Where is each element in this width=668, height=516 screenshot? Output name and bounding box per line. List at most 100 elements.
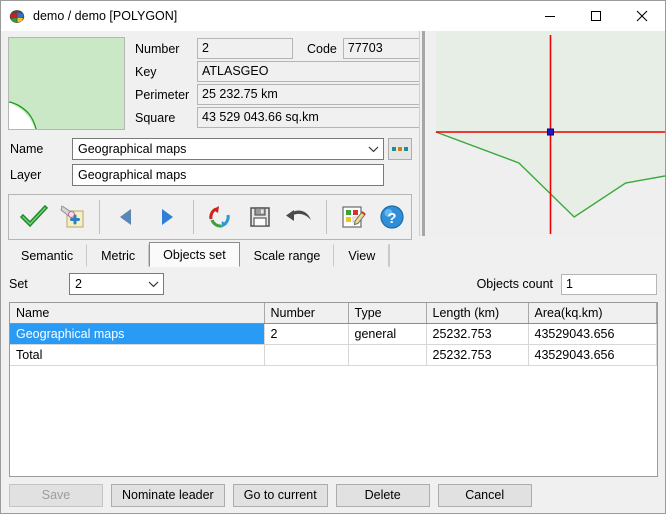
square-label: Square	[133, 111, 197, 125]
field-row-key: Key ATLASGEO	[133, 60, 439, 83]
previous-arrow-icon[interactable]	[108, 197, 145, 237]
perimeter-label: Perimeter	[133, 88, 197, 102]
name-label: Name	[8, 142, 72, 156]
cell-area: 43529043.656	[528, 345, 657, 366]
nominate-leader-button[interactable]: Nominate leader	[111, 484, 225, 507]
column-header-area[interactable]: Area(kq.km)	[528, 303, 657, 324]
code-label: Code	[293, 42, 343, 56]
name-layer-block: Name Geographical maps Layer	[1, 131, 419, 188]
add-object-icon[interactable]	[54, 197, 91, 237]
square-field[interactable]: 43 529 043.66 sq.km	[197, 107, 439, 128]
save-floppy-icon[interactable]	[241, 197, 278, 237]
save-button[interactable]: Save	[9, 484, 103, 507]
column-header-length[interactable]: Length (km)	[426, 303, 528, 324]
refresh-icon[interactable]	[202, 197, 239, 237]
set-label: Set	[9, 277, 69, 291]
cell-name: Geographical maps	[10, 324, 264, 345]
number-label: Number	[133, 42, 197, 56]
attribute-fields: Number 2 Code 77703 Key ATLASGEO Perimet…	[133, 37, 439, 131]
table-row[interactable]: Geographical maps 2 general 25232.753 43…	[10, 324, 657, 345]
layer-value: Geographical maps	[78, 168, 381, 182]
undo-arrow-icon[interactable]	[280, 197, 317, 237]
svg-text:?: ?	[388, 210, 397, 227]
cell-type: general	[348, 324, 426, 345]
chevron-down-icon	[365, 141, 381, 157]
field-row-number: Number 2 Code 77703	[133, 37, 439, 60]
layer-field[interactable]: Geographical maps	[72, 164, 384, 186]
layer-label: Layer	[8, 168, 72, 182]
tab-view[interactable]: View	[334, 244, 389, 267]
cell-number	[264, 345, 348, 366]
toolbar-separator-1	[99, 200, 100, 234]
name-combobox[interactable]: Geographical maps	[72, 138, 384, 160]
tab-objects-set[interactable]: Objects set	[149, 242, 240, 267]
maximize-icon[interactable]	[573, 2, 619, 30]
layer-row: Layer Geographical maps	[8, 162, 412, 188]
info-row: Number 2 Code 77703 Key ATLASGEO Perimet…	[1, 31, 419, 131]
set-value: 2	[75, 277, 145, 291]
name-browse-button[interactable]	[388, 138, 412, 160]
object-editor-window: demo / demo [POLYGON]	[0, 0, 666, 514]
map-app-icon	[9, 8, 25, 24]
key-label: Key	[133, 65, 197, 79]
next-arrow-icon[interactable]	[148, 197, 185, 237]
key-field[interactable]: ATLASGEO	[197, 61, 439, 82]
cell-number: 2	[264, 324, 348, 345]
upper-region: Number 2 Code 77703 Key ATLASGEO Perimet…	[1, 31, 665, 236]
minimize-icon[interactable]	[527, 2, 573, 30]
name-row: Name Geographical maps	[8, 136, 412, 162]
tab-strip: Semantic Metric Objects set Scale range …	[7, 242, 665, 267]
tab-semantic-label: Semantic	[21, 249, 73, 263]
tab-metric-label: Metric	[101, 249, 135, 263]
tab-view-label: View	[348, 249, 375, 263]
delete-button[interactable]: Delete	[336, 484, 430, 507]
tab-scale-range[interactable]: Scale range	[240, 244, 335, 267]
apply-check-icon[interactable]	[15, 197, 52, 237]
map-preview-graphic	[428, 31, 665, 236]
toolbar-separator-2	[193, 200, 194, 234]
tab-metric[interactable]: Metric	[87, 244, 149, 267]
cell-type	[348, 345, 426, 366]
objects-count-field[interactable]: 1	[561, 274, 657, 295]
window-title: demo / demo [POLYGON]	[33, 9, 177, 23]
column-header-number[interactable]: Number	[264, 303, 348, 324]
browse-dot-1	[392, 147, 396, 151]
close-icon[interactable]	[619, 2, 665, 30]
set-combobox[interactable]: 2	[69, 273, 164, 295]
edit-colors-icon[interactable]	[335, 197, 372, 237]
tab-objects-set-label: Objects set	[163, 248, 226, 262]
go-to-current-button[interactable]: Go to current	[233, 484, 328, 507]
objects-table[interactable]: Name Number Type Length (km) Area(kq.km)…	[9, 302, 658, 477]
object-properties-pane: Number 2 Code 77703 Key ATLASGEO Perimet…	[1, 31, 419, 236]
pane-splitter[interactable]	[419, 31, 428, 236]
table-row[interactable]: Total 25232.753 43529043.656	[10, 345, 657, 366]
dialog-footer: Save Nominate leader Go to current Delet…	[1, 477, 665, 513]
column-header-type[interactable]: Type	[348, 303, 426, 324]
browse-dot-2	[398, 147, 402, 151]
table-header-row: Name Number Type Length (km) Area(kq.km)	[10, 303, 657, 324]
chevron-down-icon	[145, 276, 161, 292]
object-preview-thumbnail[interactable]	[8, 37, 125, 130]
help-question-icon[interactable]: ?	[374, 197, 411, 237]
title-bar: demo / demo [POLYGON]	[1, 1, 665, 31]
name-value: Geographical maps	[78, 142, 365, 156]
objects-set-controls: Set 2 Objects count 1	[1, 267, 665, 298]
number-field[interactable]: 2	[197, 38, 293, 59]
browse-dot-3	[404, 147, 408, 151]
perimeter-field[interactable]: 25 232.75 km	[197, 84, 439, 105]
tab-semantic[interactable]: Semantic	[7, 244, 87, 267]
toolbar-separator-3	[326, 200, 327, 234]
object-toolbar: ?	[8, 194, 412, 240]
cancel-button[interactable]: Cancel	[438, 484, 532, 507]
field-row-perimeter: Perimeter 25 232.75 km	[133, 83, 439, 106]
column-header-name[interactable]: Name	[10, 303, 264, 324]
cell-length: 25232.753	[426, 324, 528, 345]
tab-scale-range-label: Scale range	[254, 249, 321, 263]
map-preview-pane[interactable]	[428, 31, 665, 236]
cell-name: Total	[10, 345, 264, 366]
objects-grid: Name Number Type Length (km) Area(kq.km)…	[10, 303, 657, 366]
cell-length: 25232.753	[426, 345, 528, 366]
cell-area: 43529043.656	[528, 324, 657, 345]
tab-strip-filler	[389, 244, 665, 267]
objects-count-label: Objects count	[477, 277, 553, 291]
